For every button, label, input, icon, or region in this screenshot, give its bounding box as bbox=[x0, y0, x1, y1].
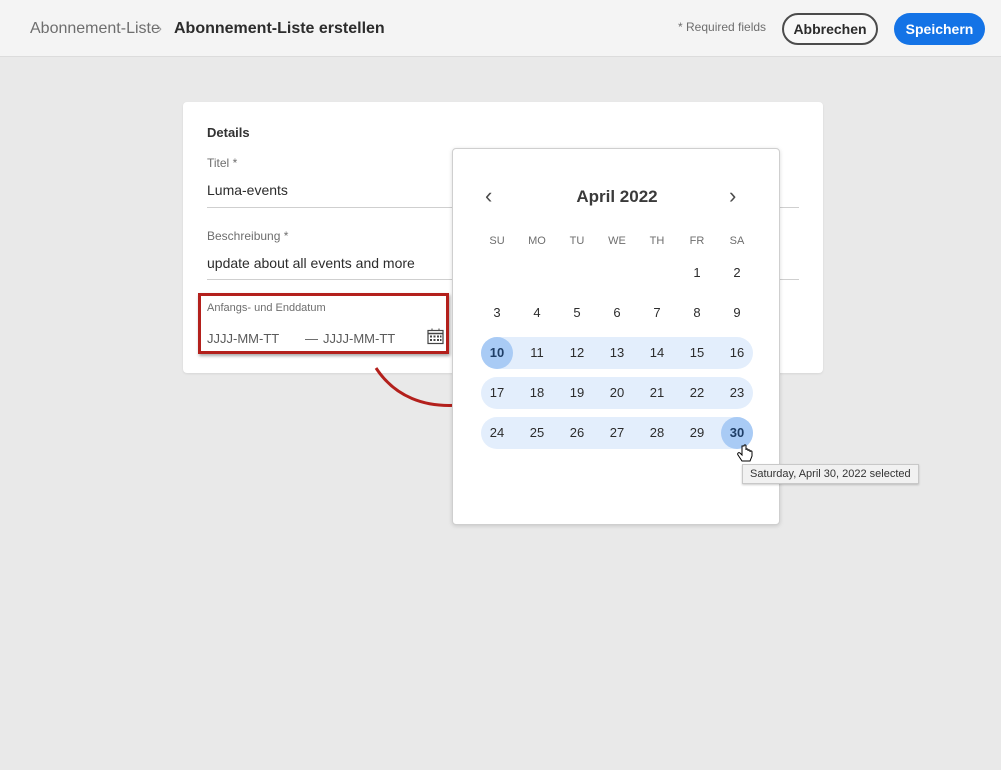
weekday-header: MO bbox=[528, 235, 546, 247]
day-cell[interactable]: 12 bbox=[561, 337, 593, 369]
start-date-input[interactable]: JJJJ-MM-TT bbox=[207, 331, 279, 346]
required-note: * Required fields bbox=[678, 20, 767, 34]
description-label: Beschreibung * bbox=[207, 229, 288, 243]
day-cell[interactable]: 7 bbox=[641, 297, 673, 329]
section-title: Details bbox=[207, 125, 250, 140]
day-cell[interactable]: 5 bbox=[561, 297, 593, 329]
weekday-header: WE bbox=[608, 235, 626, 247]
day-cell[interactable]: 17 bbox=[481, 377, 513, 409]
weekday-header: TU bbox=[569, 235, 585, 247]
day-cell[interactable]: 4 bbox=[521, 297, 553, 329]
weekday-header: TH bbox=[649, 235, 665, 247]
day-cell[interactable]: 6 bbox=[601, 297, 633, 329]
date-range-field-highlight: Anfangs- und Enddatum JJJJ-MM-TT — JJJJ-… bbox=[198, 293, 449, 354]
calendar-icon[interactable] bbox=[427, 328, 444, 345]
day-cell[interactable]: 14 bbox=[641, 337, 673, 369]
title-label-text: Titel bbox=[207, 156, 230, 170]
day-cell[interactable]: 15 bbox=[681, 337, 713, 369]
hand-cursor-icon bbox=[737, 444, 753, 462]
day-cell[interactable]: 1 bbox=[681, 257, 713, 289]
date-range-label: Anfangs- und Enddatum bbox=[207, 302, 326, 314]
day-cell[interactable]: 24 bbox=[481, 417, 513, 449]
day-cell[interactable]: 23 bbox=[721, 377, 753, 409]
weekday-header: SA bbox=[729, 235, 745, 247]
selection-tooltip: Saturday, April 30, 2022 selected bbox=[742, 464, 919, 484]
day-cell[interactable]: 16 bbox=[721, 337, 753, 369]
day-cell[interactable]: 11 bbox=[521, 337, 553, 369]
date-picker-popover: ‹ April 2022 › SU MO TU WE TH FR SA 1 2 3 4 5 6 7 8 9 10… bbox=[452, 148, 780, 525]
end-date-input[interactable]: JJJJ-MM-TT bbox=[323, 331, 395, 346]
day-cell[interactable]: 21 bbox=[641, 377, 673, 409]
day-cell[interactable]: 10 bbox=[481, 337, 513, 369]
day-cell[interactable]: 3 bbox=[481, 297, 513, 329]
required-mark: * bbox=[232, 156, 238, 170]
day-cell[interactable]: 25 bbox=[521, 417, 553, 449]
day-cell[interactable]: 22 bbox=[681, 377, 713, 409]
title-label: Titel * bbox=[207, 156, 237, 170]
breadcrumb-parent[interactable]: Abonnement-Liste bbox=[30, 20, 160, 38]
required-mark: * bbox=[283, 229, 289, 243]
save-button[interactable]: Speichern bbox=[894, 13, 985, 45]
weekday-header: FR bbox=[689, 235, 705, 247]
day-cell[interactable]: 27 bbox=[601, 417, 633, 449]
day-cell[interactable]: 8 bbox=[681, 297, 713, 329]
description-input[interactable]: update about all events and more bbox=[207, 255, 415, 271]
weekday-header: SU bbox=[489, 235, 505, 247]
day-cell[interactable]: 2 bbox=[721, 257, 753, 289]
description-label-text: Beschreibung bbox=[207, 229, 281, 243]
page-title: Abonnement-Liste erstellen bbox=[174, 20, 385, 37]
next-month-icon[interactable]: › bbox=[729, 183, 736, 209]
header-bar: Abonnement-Liste › Abonnement-Liste erst… bbox=[0, 0, 1001, 57]
cancel-button[interactable]: Abbrechen bbox=[782, 13, 878, 45]
day-cell[interactable]: 20 bbox=[601, 377, 633, 409]
range-dash: — bbox=[305, 331, 318, 346]
title-input[interactable]: Luma-events bbox=[207, 182, 288, 198]
day-cell[interactable]: 13 bbox=[601, 337, 633, 369]
day-cell[interactable]: 19 bbox=[561, 377, 593, 409]
day-cell[interactable]: 29 bbox=[681, 417, 713, 449]
day-cell[interactable]: 26 bbox=[561, 417, 593, 449]
day-cell[interactable]: 28 bbox=[641, 417, 673, 449]
breadcrumb-chevron-icon: › bbox=[157, 20, 162, 37]
day-cell[interactable]: 9 bbox=[721, 297, 753, 329]
day-cell[interactable]: 18 bbox=[521, 377, 553, 409]
